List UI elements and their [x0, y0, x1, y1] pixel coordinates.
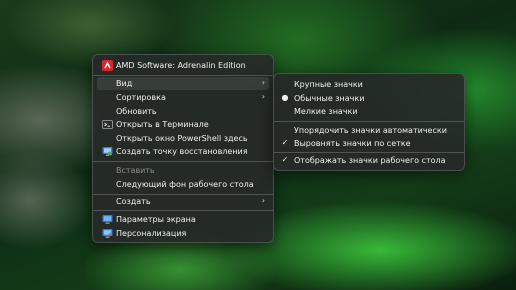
chevron-right-icon: ›: [261, 78, 265, 87]
submenu-item-medium-icons-label: Обычные значки: [294, 94, 365, 103]
menu-divider: [274, 121, 464, 122]
checkmark-icon: ✓: [281, 155, 289, 164]
submenu-item-large-icons[interactable]: Крупные значки: [278, 78, 460, 91]
menu-item-open-terminal-label: Открыть в Терминале: [116, 120, 209, 129]
menu-item-paste-label: Вставить: [116, 166, 155, 175]
menu-item-new-label: Создать: [116, 197, 151, 206]
menu-divider: [274, 152, 464, 153]
menu-item-open-powershell-label: Открыть окно PowerShell здесь: [116, 134, 248, 143]
submenu-item-align-to-grid[interactable]: ✓ Выровнять значки по сетке: [278, 137, 460, 150]
display-settings-icon: [102, 214, 113, 225]
checkmark-icon: ✓: [281, 138, 289, 147]
chevron-right-icon: ›: [261, 92, 265, 101]
menu-item-create-restore-point[interactable]: Создать точку восстановления: [97, 145, 269, 158]
menu-item-view-label: Вид: [116, 79, 133, 88]
submenu-item-auto-arrange-label: Упорядочить значки автоматически: [294, 126, 447, 135]
menu-divider: [93, 75, 273, 76]
menu-item-paste: Вставить: [97, 164, 269, 177]
menu-item-next-background[interactable]: Следующий фон рабочего стола: [97, 178, 269, 191]
view-submenu: Крупные значки ● Обычные значки Мелкие з…: [273, 73, 465, 171]
terminal-icon: [102, 119, 113, 130]
personalization-icon: [102, 228, 113, 239]
submenu-item-show-desktop-icons[interactable]: ✓ Отображать значки рабочего стола: [278, 154, 460, 167]
menu-item-refresh[interactable]: Обновить: [97, 105, 269, 118]
submenu-item-align-to-grid-label: Выровнять значки по сетке: [294, 139, 411, 148]
chevron-right-icon: ›: [261, 196, 265, 205]
menu-item-sort-label: Сортировка: [116, 93, 166, 102]
menu-item-new[interactable]: Создать ›: [97, 195, 269, 208]
menu-item-display-settings-label: Параметры экрана: [116, 215, 196, 224]
menu-item-refresh-label: Обновить: [116, 107, 157, 116]
submenu-item-show-desktop-icons-label: Отображать значки рабочего стола: [294, 156, 446, 165]
submenu-item-medium-icons[interactable]: ● Обычные значки: [278, 92, 460, 105]
menu-item-personalization[interactable]: Персонализация: [97, 227, 269, 240]
menu-item-open-powershell[interactable]: Открыть окно PowerShell здесь: [97, 132, 269, 145]
submenu-item-large-icons-label: Крупные значки: [294, 80, 363, 89]
menu-item-open-terminal[interactable]: Открыть в Терминале: [97, 118, 269, 131]
menu-item-create-restore-point-label: Создать точку восстановления: [116, 147, 248, 156]
menu-item-view[interactable]: Вид ›: [97, 77, 269, 90]
system-restore-icon: [102, 146, 113, 157]
menu-item-display-settings[interactable]: Параметры экрана: [97, 213, 269, 226]
menu-item-next-background-label: Следующий фон рабочего стола: [116, 180, 254, 189]
menu-item-sort[interactable]: Сортировка ›: [97, 91, 269, 104]
submenu-item-small-icons-label: Мелкие значки: [294, 107, 358, 116]
menu-divider: [93, 210, 273, 211]
radio-dot-icon: ●: [281, 93, 289, 102]
submenu-item-auto-arrange[interactable]: Упорядочить значки автоматически: [278, 124, 460, 137]
amd-logo-icon: [102, 60, 113, 71]
submenu-item-small-icons[interactable]: Мелкие значки: [278, 105, 460, 118]
amd-software-label: AMD Software: Adrenalin Edition: [116, 61, 246, 70]
menu-item-personalization-label: Персонализация: [116, 229, 187, 238]
menu-divider: [93, 161, 273, 162]
amd-software-item[interactable]: AMD Software: Adrenalin Edition: [97, 59, 269, 72]
desktop-context-menu: AMD Software: Adrenalin Edition Вид › Со…: [92, 54, 274, 243]
